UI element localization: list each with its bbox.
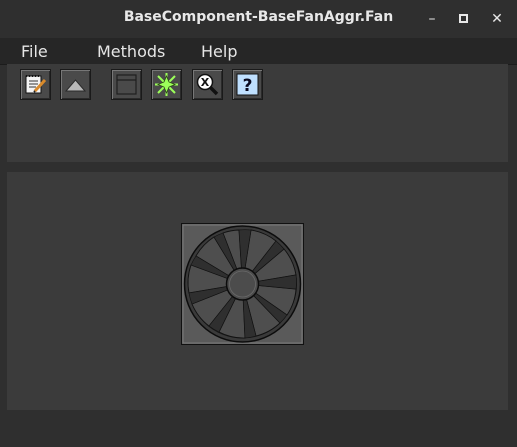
fan-icon[interactable] (181, 223, 304, 345)
menu-help[interactable]: Help (201, 42, 237, 61)
magnifier-x-glyph: X (201, 76, 210, 89)
help-question-icon: ? (236, 73, 259, 96)
edit-notes-button[interactable] (20, 69, 51, 100)
move-up-button[interactable] (60, 69, 91, 100)
starburst-icon (155, 73, 178, 96)
help-glyph: ? (243, 76, 253, 96)
maximize-button[interactable] (454, 9, 474, 29)
triangle-up-icon (64, 79, 87, 92)
magnifier-x-icon: X (196, 73, 219, 96)
inspect-button[interactable]: X (192, 69, 223, 100)
menu-methods[interactable]: Methods (97, 42, 165, 61)
window-button[interactable] (111, 69, 142, 100)
window-icon (116, 74, 137, 95)
menu-bar: File Methods Help (0, 38, 517, 65)
maximize-icon (459, 14, 468, 23)
minimize-button[interactable]: – (422, 9, 442, 29)
title-bar: BaseComponent-BaseFanAggr.Fan – ✕ (0, 0, 517, 38)
help-button[interactable]: ? (232, 69, 263, 100)
activate-button[interactable] (151, 69, 182, 100)
close-button[interactable]: ✕ (487, 9, 507, 29)
notepad-edit-icon (25, 75, 47, 94)
menu-file[interactable]: File (21, 42, 48, 61)
